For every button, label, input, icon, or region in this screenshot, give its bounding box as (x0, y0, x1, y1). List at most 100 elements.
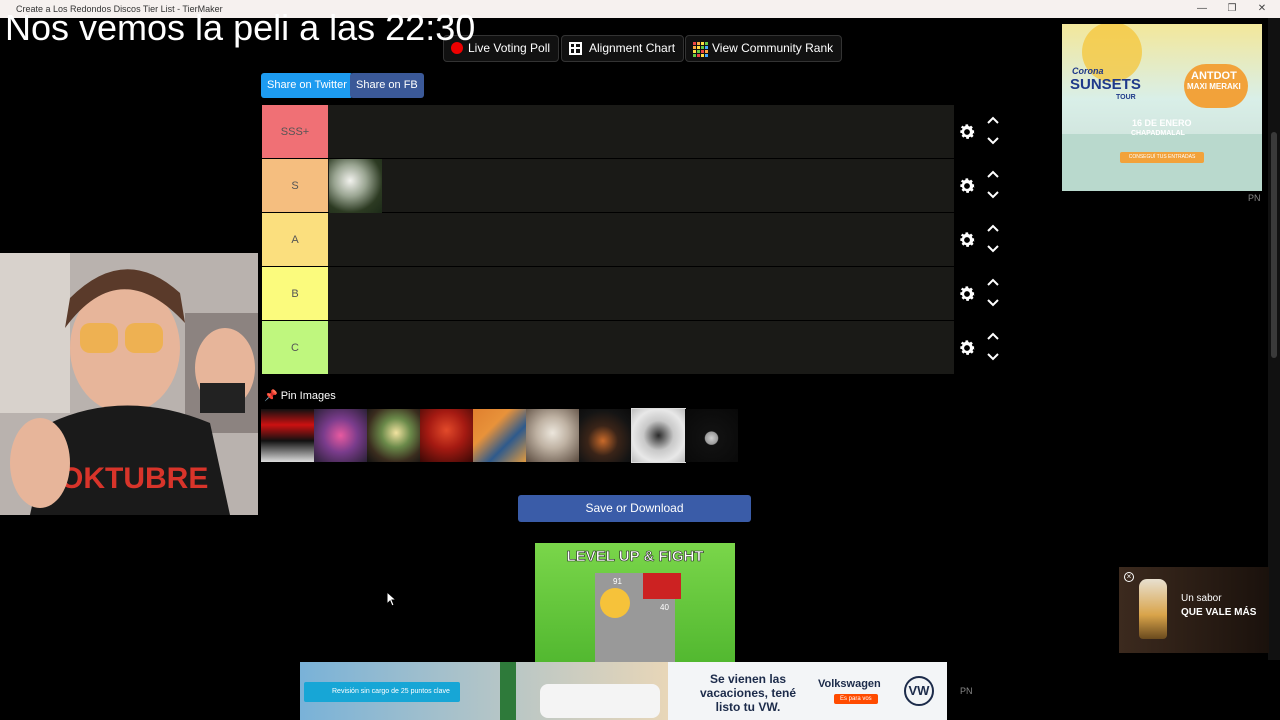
mosaic-icon (693, 42, 708, 57)
tier-label-s[interactable]: S (262, 159, 328, 212)
ad-enemy-graphic (643, 573, 681, 599)
ad-brand-name: Volkswagen (818, 678, 881, 690)
chevron-down-icon[interactable] (986, 352, 1000, 362)
album-cover-tile[interactable] (329, 159, 382, 213)
tier-drop-zone[interactable] (328, 159, 954, 213)
close-icon[interactable]: ✕ (1252, 2, 1272, 16)
ad-sun-graphic (1062, 24, 1262, 191)
ad-level-up-fight[interactable]: LEVEL UP & FIGHT 91 40 (535, 543, 735, 663)
ad-beer-line2: QUE VALE MÁS (1181, 607, 1257, 618)
chevron-up-icon[interactable] (986, 331, 1000, 341)
tier-row-a: A (262, 213, 1008, 267)
chevron-up-icon[interactable] (986, 277, 1000, 287)
album-cover-tile[interactable] (631, 408, 686, 463)
maximize-icon[interactable]: ❐ (1222, 2, 1242, 16)
gear-icon[interactable] (957, 176, 977, 196)
album-cover-tile[interactable] (579, 409, 632, 462)
tier-label-c[interactable]: C (262, 321, 328, 374)
stream-overlay-text: Nos vemos la peli a las 22:30 (5, 7, 476, 48)
ad-cta-button[interactable]: CONSEGUÍ TUS ENTRADAS (1120, 152, 1204, 163)
gear-icon[interactable] (957, 338, 977, 358)
ad-message: Se vienen las vacaciones, tené listo tu … (699, 672, 797, 714)
view-community-rank-label: View Community Rank (712, 41, 834, 55)
ad-brand: Corona (1072, 66, 1104, 76)
gear-icon[interactable] (957, 122, 977, 142)
album-cover-tile[interactable] (261, 409, 314, 462)
tier-drop-zone[interactable] (328, 213, 954, 266)
chevron-up-icon[interactable] (986, 223, 1000, 233)
pin-images-label: Pin Images (280, 390, 336, 402)
album-cover-tile[interactable] (367, 409, 420, 462)
ad-beer[interactable]: Un sabor QUE VALE MÁS × (1119, 567, 1269, 653)
mouse-cursor-icon (386, 591, 398, 607)
scrollbar-thumb[interactable] (1271, 132, 1277, 358)
alignment-chart-label: Alignment Chart (589, 41, 676, 55)
album-cover-tile[interactable] (473, 409, 526, 462)
ad-headline: SUNSETS (1070, 76, 1141, 93)
ad-car-graphic (540, 684, 660, 718)
ad-person-graphic (500, 662, 516, 720)
ad-game-count-2: 40 (660, 603, 669, 612)
chevron-down-icon[interactable] (986, 136, 1000, 146)
ad-volkswagen-banner[interactable]: Revisión sin cargo de 25 puntos clave Se… (300, 662, 947, 720)
chevron-down-icon[interactable] (986, 190, 1000, 200)
gear-icon[interactable] (957, 284, 977, 304)
ad-cta-button[interactable]: Es para vos (834, 694, 878, 704)
ad-artist2: MAXI MERAKI (1187, 82, 1241, 91)
tier-row-sss-plus: SSS+ (262, 105, 1008, 159)
tier-drop-zone[interactable] (328, 321, 954, 374)
album-cover-tile[interactable] (420, 409, 473, 462)
chevron-down-icon[interactable] (986, 244, 1000, 254)
tier-row-b: B (262, 267, 1008, 321)
tier-row-s: S (262, 159, 1008, 213)
ad-crowd-graphic (600, 588, 630, 618)
tier-controls (954, 267, 1008, 320)
streamer-figure: OKTUBRE (0, 253, 258, 515)
ad-sub: TOUR (1116, 94, 1136, 101)
chevron-up-icon[interactable] (986, 115, 1000, 125)
webcam-overlay: OKTUBRE (0, 253, 258, 515)
image-pool (261, 408, 738, 463)
chevron-up-icon[interactable] (986, 169, 1000, 179)
ad-pn-label: PN (960, 686, 973, 696)
ad-game-headline: LEVEL UP & FIGHT (566, 548, 704, 566)
tier-controls (954, 159, 1008, 212)
ad-date: 16 DE ENERO (1132, 118, 1192, 128)
minimize-icon[interactable]: — (1192, 2, 1212, 16)
pin-images-toggle[interactable]: 📌 Pin Images (264, 389, 336, 402)
live-voting-poll-label: Live Voting Poll (468, 41, 551, 55)
ad-close-icon[interactable]: × (1124, 572, 1134, 582)
pin-icon: 📌 (264, 390, 278, 402)
tier-list: SSS+ S A B C (262, 105, 1008, 375)
tier-drop-zone[interactable] (328, 105, 954, 158)
ad-place: CHAPADMALAL (1131, 130, 1185, 137)
tier-row-c: C (262, 321, 1008, 375)
tier-controls (954, 213, 1008, 266)
ad-corona-sunsets[interactable]: Corona SUNSETS TOUR ANTDOT MAXI MERAKI 1… (1062, 24, 1262, 191)
save-or-download-button[interactable]: Save or Download (518, 495, 751, 522)
gear-icon[interactable] (957, 230, 977, 250)
share-twitter-button[interactable]: Share on Twitter (261, 73, 353, 98)
page-scrollbar[interactable] (1268, 18, 1280, 660)
ad-pn-label: PN (1248, 193, 1261, 203)
album-cover-tile[interactable] (685, 409, 738, 462)
tier-controls (954, 105, 1008, 158)
album-cover-tile[interactable] (314, 409, 367, 462)
album-cover-tile[interactable] (526, 409, 579, 462)
ad-beer-line1: Un sabor (1181, 593, 1222, 604)
tier-label-sss-plus[interactable]: SSS+ (262, 105, 328, 158)
ad-glass-graphic (1139, 579, 1167, 639)
ad-artist: ANTDOT (1191, 70, 1237, 82)
ad-service-pill: Revisión sin cargo de 25 puntos clave (304, 682, 460, 702)
tier-label-b[interactable]: B (262, 267, 328, 320)
tier-label-a[interactable]: A (262, 213, 328, 266)
alignment-chart-button[interactable]: Alignment Chart (561, 35, 685, 62)
ad-game-count-1: 91 (613, 577, 622, 586)
vw-logo-icon: VW (904, 676, 934, 706)
tier-drop-zone[interactable] (328, 267, 954, 320)
view-community-rank-button[interactable]: View Community Rank (685, 35, 843, 62)
svg-text:OKTUBRE: OKTUBRE (60, 462, 208, 495)
tier-controls (954, 321, 1008, 374)
chevron-down-icon[interactable] (986, 298, 1000, 308)
share-facebook-button[interactable]: Share on FB (350, 73, 424, 98)
